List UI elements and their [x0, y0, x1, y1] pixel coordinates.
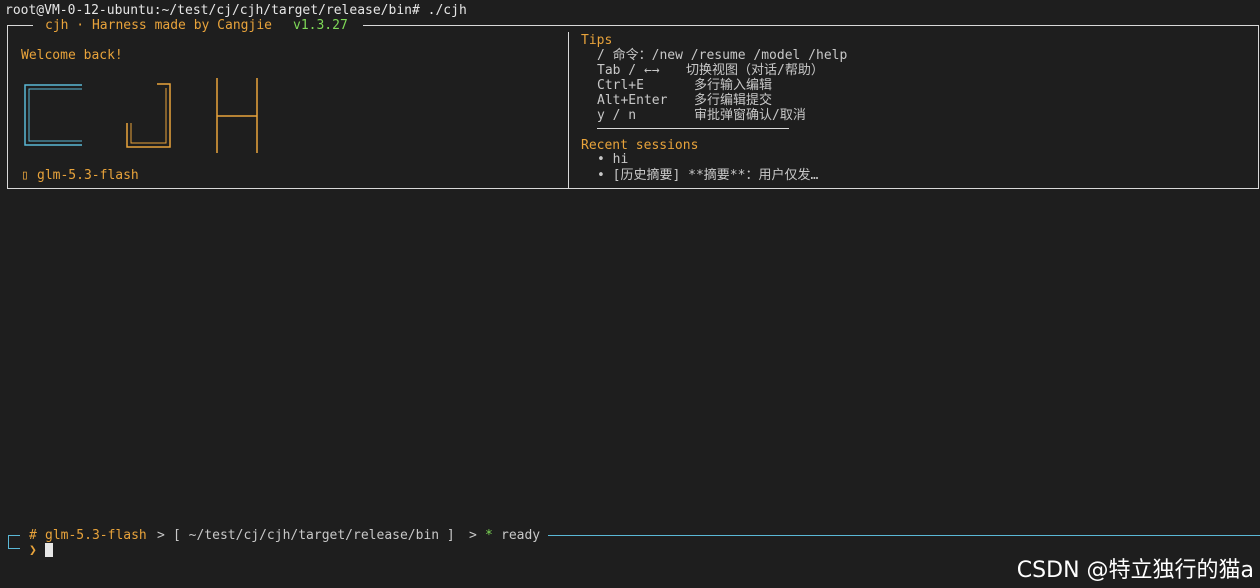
panel-divider [568, 32, 569, 189]
tip-key-ctrl-e: Ctrl+E [597, 78, 644, 93]
status-separator: > [469, 528, 477, 543]
cjh-logo [24, 78, 258, 153]
tip-desc-y-n: 审批弹窗确认/取消 [694, 108, 806, 123]
app-title-text: cjh · Harness made by Cangjie [45, 18, 272, 33]
logo-letter-c [24, 84, 82, 146]
recent-sessions-heading: Recent sessions [581, 138, 699, 153]
tips-divider [597, 128, 789, 129]
tips-heading: Tips [581, 33, 613, 48]
model-glyph-icon: ▯ [21, 168, 29, 183]
tip-desc-alt-enter: 多行编辑提交 [694, 93, 773, 108]
prompt-corner [8, 535, 20, 549]
logo-letter-j [126, 83, 171, 148]
shell-command-line: root@VM-0-12-ubuntu:~/test/cj/cjh/target… [5, 3, 467, 18]
current-model: glm-5.3-flash [37, 168, 139, 183]
status-state: ready [501, 528, 541, 543]
tip-key-alt-enter: Alt+Enter [597, 93, 668, 108]
tip-key-tab: Tab / ←→ [597, 63, 660, 78]
status-star: * [485, 528, 493, 543]
status-path: [ ~/test/cj/cjh/target/release/bin ] [173, 528, 455, 543]
logo-letter-h [216, 78, 258, 153]
watermark: CSDN @特立独行的猫a [1016, 558, 1254, 583]
tip-commands: / 命令：/new /resume /model /help [597, 48, 848, 63]
recent-session-item[interactable]: • hi [597, 152, 628, 167]
tip-key-y-n: y / n [597, 108, 637, 123]
status-rule [548, 535, 1260, 536]
welcome-greeting: Welcome back! [21, 48, 123, 63]
app-version-text: v1.3.27 [293, 18, 348, 33]
prompt-symbol: ❯ [29, 543, 37, 558]
status-hash: # [29, 528, 37, 543]
status-model: glm-5.3-flash [45, 528, 147, 543]
recent-session-item[interactable]: • [历史摘要] **摘要**：用户仅发… [597, 168, 818, 183]
input-cursor[interactable] [45, 543, 53, 557]
tip-desc-tab: 切换视图（对话/帮助） [686, 63, 824, 78]
tip-desc-ctrl-e: 多行输入编辑 [694, 78, 773, 93]
status-separator: > [157, 528, 165, 543]
